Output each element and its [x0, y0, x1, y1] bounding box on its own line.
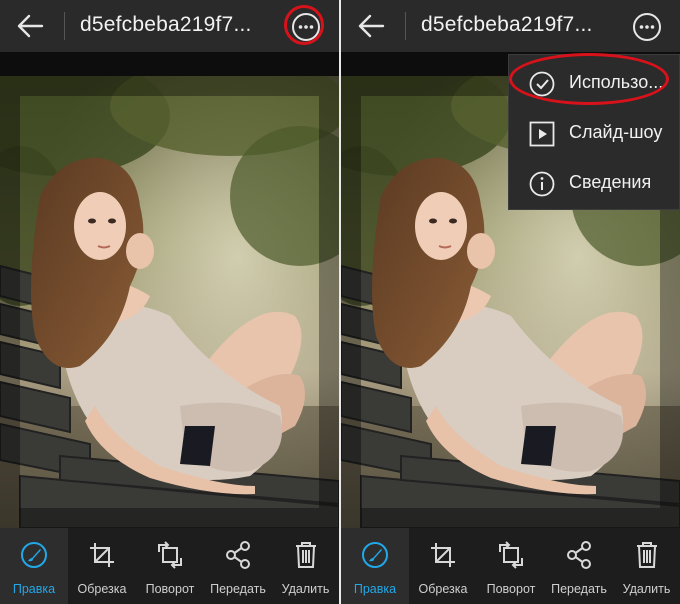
image-title: d5efcbeba219f7...	[421, 13, 593, 36]
top-bar: d5efcbeba219f7...	[0, 0, 339, 52]
divider-line	[405, 12, 406, 40]
highlight-circle	[284, 5, 324, 45]
info-circle-icon	[529, 171, 555, 197]
menu-item-details[interactable]: Сведения	[509, 159, 679, 209]
crop-label: Обрезка	[77, 582, 127, 596]
delete-label: Удалить	[281, 582, 330, 596]
screen-right: d5efcbeba219f7... Использо... Слайд-шоу	[341, 0, 680, 604]
menu-item-label: Сведения	[569, 172, 652, 192]
delete-button[interactable]: Удалить	[613, 528, 680, 604]
screen-left: d5efcbeba219f7... Правка Обрезка Поворот…	[0, 0, 339, 604]
bottom-toolbar: Правка Обрезка Поворот Передать Удалить	[0, 528, 339, 604]
crop-button[interactable]: Обрезка	[409, 528, 477, 604]
menu-item-slideshow[interactable]: Слайд-шоу	[509, 109, 679, 159]
share-button[interactable]: Передать	[545, 528, 613, 604]
delete-button[interactable]: Удалить	[272, 528, 339, 604]
edit-label: Правка	[12, 582, 56, 596]
more-options-icon[interactable]	[630, 10, 664, 44]
delete-label: Удалить	[622, 582, 671, 596]
crop-button[interactable]: Обрезка	[68, 528, 136, 604]
highlight-oval	[509, 53, 669, 105]
rotate-button[interactable]: Поворот	[477, 528, 545, 604]
top-spacer	[0, 52, 339, 76]
rotate-icon	[158, 541, 182, 569]
brush-icon	[21, 542, 47, 568]
share-label: Передать	[210, 582, 266, 596]
bottom-toolbar: Правка Обрезка Поворот Передать Удалить	[341, 528, 680, 604]
image-title: d5efcbeba219f7...	[80, 13, 252, 36]
brush-icon	[362, 542, 388, 568]
rotate-label: Поворот	[145, 582, 195, 596]
play-square-icon	[529, 121, 555, 147]
rotate-label: Поворот	[486, 582, 536, 596]
share-label: Передать	[551, 582, 607, 596]
trash-icon	[295, 542, 316, 568]
back-arrow-icon[interactable]	[12, 10, 48, 42]
edit-label: Правка	[353, 582, 397, 596]
rotate-icon	[499, 541, 523, 569]
edit-button[interactable]: Правка	[341, 528, 409, 604]
edit-button[interactable]: Правка	[0, 528, 68, 604]
photo	[0, 76, 339, 528]
menu-item-label: Слайд-шоу	[569, 122, 663, 142]
top-bar: d5efcbeba219f7...	[341, 0, 680, 52]
back-arrow-icon[interactable]	[353, 10, 389, 42]
rotate-button[interactable]: Поворот	[136, 528, 204, 604]
share-button[interactable]: Передать	[204, 528, 272, 604]
share-icon	[567, 541, 591, 569]
share-icon	[226, 541, 250, 569]
crop-icon	[90, 543, 114, 567]
divider-line	[64, 12, 65, 40]
trash-icon	[636, 542, 657, 568]
crop-label: Обрезка	[418, 582, 468, 596]
crop-icon	[431, 543, 455, 567]
